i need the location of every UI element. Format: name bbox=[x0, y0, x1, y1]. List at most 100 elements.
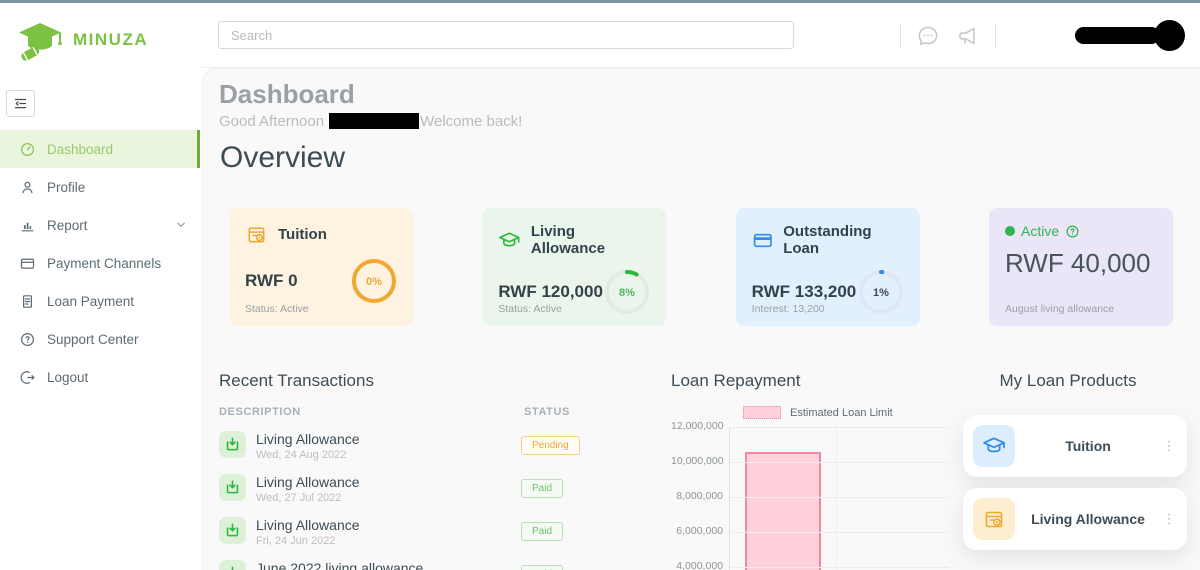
brand-name: MINUZA bbox=[73, 30, 149, 49]
legend-swatch bbox=[743, 406, 781, 419]
support-icon bbox=[21, 332, 34, 346]
profile-icon bbox=[22, 181, 33, 193]
greeting-suffix: Welcome back! bbox=[420, 113, 523, 130]
kebab-menu-icon[interactable] bbox=[1161, 510, 1177, 528]
chart-legend: Estimated Loan Limit bbox=[743, 406, 963, 419]
bar-chart: 12,000,000 10,000,000 8,000,000 6,000,00… bbox=[671, 420, 963, 570]
sidebar-item-payment-channels[interactable]: Payment Channels bbox=[0, 244, 200, 282]
sidebar-collapse-button[interactable] bbox=[6, 90, 35, 117]
topbar bbox=[200, 3, 1200, 68]
y-axis-tick: 6,000,000 bbox=[676, 525, 723, 537]
sidebar-item-label: Logout bbox=[47, 369, 89, 385]
svg-text:1%: 1% bbox=[873, 287, 889, 299]
active-allowance-card: Active RWF 40,000 August living allowanc… bbox=[988, 208, 1173, 326]
help-icon[interactable] bbox=[1065, 224, 1080, 239]
status-badge: Pending bbox=[521, 436, 580, 455]
kebab-menu-icon[interactable] bbox=[1161, 437, 1177, 455]
card-title: Outstanding Loan bbox=[783, 223, 872, 257]
chart-bar bbox=[745, 451, 821, 570]
payment-channels-icon bbox=[20, 258, 35, 269]
status-badge: Paid bbox=[521, 565, 564, 570]
loan-payment-icon bbox=[23, 294, 32, 308]
card-footer: Interest: 13,200 bbox=[751, 303, 825, 315]
transaction-description: Living Allowance bbox=[256, 474, 360, 490]
sidebar-item-label: Support Center bbox=[47, 331, 139, 347]
chat-icon[interactable] bbox=[915, 23, 941, 49]
sidebar-item-profile[interactable]: Profile bbox=[0, 168, 200, 206]
sidebar-item-label: Report bbox=[47, 217, 88, 233]
tuition-card: Tuition RWF 0 0% Status: Active bbox=[229, 208, 413, 326]
progress-ring: 8% bbox=[605, 270, 650, 314]
dashboard-icon bbox=[21, 142, 34, 156]
gridline bbox=[729, 427, 949, 428]
progress-ring: 1% bbox=[858, 270, 903, 314]
status-column-header: STATUS bbox=[524, 406, 570, 418]
transaction-date: Wed, 27 Jul 2022 bbox=[256, 492, 342, 504]
recent-transactions-section: Recent Transactions DESCRIPTION STATUS L… bbox=[219, 371, 664, 570]
sidebar-item-logout[interactable]: Logout bbox=[0, 358, 200, 396]
card-title: Tuition bbox=[278, 226, 327, 243]
y-axis-tick: 8,000,000 bbox=[676, 490, 723, 502]
gridline bbox=[729, 532, 949, 533]
transaction-row[interactable]: Living Allowance Wed, 24 Aug 2022 Pendin… bbox=[219, 431, 664, 461]
credit-card-icon bbox=[753, 233, 772, 247]
loan-repayment-section: Loan Repayment Estimated Loan Limit 12,0… bbox=[671, 371, 963, 570]
deposit-icon bbox=[219, 560, 246, 570]
transaction-row[interactable]: June 2022 living allowance Paid bbox=[219, 560, 664, 570]
sidebar-menu: Dashboard Profile Report Payment Channel… bbox=[0, 130, 200, 396]
outstanding-loan-card: Outstanding Loan RWF 133,200 1% Interest… bbox=[735, 208, 920, 326]
vertical-gridline bbox=[836, 427, 837, 570]
sidebar-item-label: Payment Channels bbox=[47, 255, 162, 271]
sidebar-item-loan-payment[interactable]: Loan Payment bbox=[0, 282, 200, 320]
loan-product-living-allowance[interactable]: Living Allowance bbox=[963, 488, 1187, 550]
transactions-heading: Recent Transactions bbox=[219, 371, 374, 390]
card-value: RWF 120,000 bbox=[498, 282, 603, 301]
brand-logo[interactable]: MINUZA bbox=[0, 3, 200, 64]
user-account-redacted[interactable] bbox=[1075, 3, 1185, 68]
app-window: MINUZA Dashboard Profile Report Payment … bbox=[0, 0, 1200, 570]
card-footer: Status: Active bbox=[245, 303, 309, 315]
tuition-receipt-icon bbox=[248, 227, 265, 243]
username-redaction bbox=[1075, 27, 1160, 44]
report-icon bbox=[21, 222, 34, 231]
card-value: RWF 0 bbox=[245, 271, 298, 290]
transaction-description: Living Allowance bbox=[256, 431, 360, 447]
greeting-text: Good Afternoon Welcome back! bbox=[219, 113, 522, 130]
card-value: RWF 133,200 bbox=[751, 282, 857, 301]
sidebar-item-label: Profile bbox=[47, 179, 86, 195]
deposit-icon bbox=[219, 474, 246, 501]
description-column-header: DESCRIPTION bbox=[219, 406, 301, 418]
chevron-down-icon[interactable] bbox=[175, 219, 187, 231]
greeting-name-redaction bbox=[329, 113, 420, 129]
transaction-description: Living Allowance bbox=[256, 517, 360, 533]
search-input[interactable] bbox=[218, 21, 794, 49]
greeting-prefix: Good Afternoon bbox=[219, 113, 325, 130]
transaction-date: Fri, 24 Jun 2022 bbox=[256, 535, 336, 547]
svg-text:0%: 0% bbox=[366, 276, 382, 288]
logout-icon bbox=[20, 370, 35, 384]
deposit-icon bbox=[219, 517, 246, 544]
card-footer: Status: Active bbox=[498, 303, 562, 315]
divider bbox=[995, 22, 996, 49]
graduation-cap-icon bbox=[499, 231, 520, 246]
loan-product-label: Tuition bbox=[1065, 438, 1111, 454]
avatar[interactable] bbox=[1154, 20, 1185, 51]
sidebar-item-dashboard[interactable]: Dashboard bbox=[0, 130, 200, 168]
announcements-icon[interactable] bbox=[955, 23, 981, 49]
graduation-cap-logo-icon bbox=[19, 23, 62, 61]
sidebar-item-label: Dashboard bbox=[47, 141, 114, 157]
chart-title: Loan Repayment bbox=[671, 371, 801, 390]
transaction-row[interactable]: Living Allowance Fri, 24 Jun 2022 Paid bbox=[219, 517, 664, 547]
y-axis-line bbox=[729, 427, 730, 570]
status-badge: Paid bbox=[521, 522, 564, 541]
transaction-row[interactable]: Living Allowance Wed, 27 Jul 2022 Paid bbox=[219, 474, 664, 504]
loan-product-tuition[interactable]: Tuition bbox=[963, 415, 1187, 477]
loan-products-section: My Loan Products Tuition Living Allowanc… bbox=[961, 371, 1191, 550]
loan-product-label: Living Allowance bbox=[1031, 511, 1145, 527]
tuition-receipt-icon bbox=[973, 498, 1015, 540]
sidebar-item-support-center[interactable]: Support Center bbox=[0, 320, 200, 358]
graduation-cap-icon bbox=[973, 425, 1015, 467]
sidebar-item-report[interactable]: Report bbox=[0, 206, 200, 244]
transaction-date: Wed, 24 Aug 2022 bbox=[256, 449, 347, 461]
transactions-table-header: DESCRIPTION STATUS bbox=[219, 406, 664, 418]
